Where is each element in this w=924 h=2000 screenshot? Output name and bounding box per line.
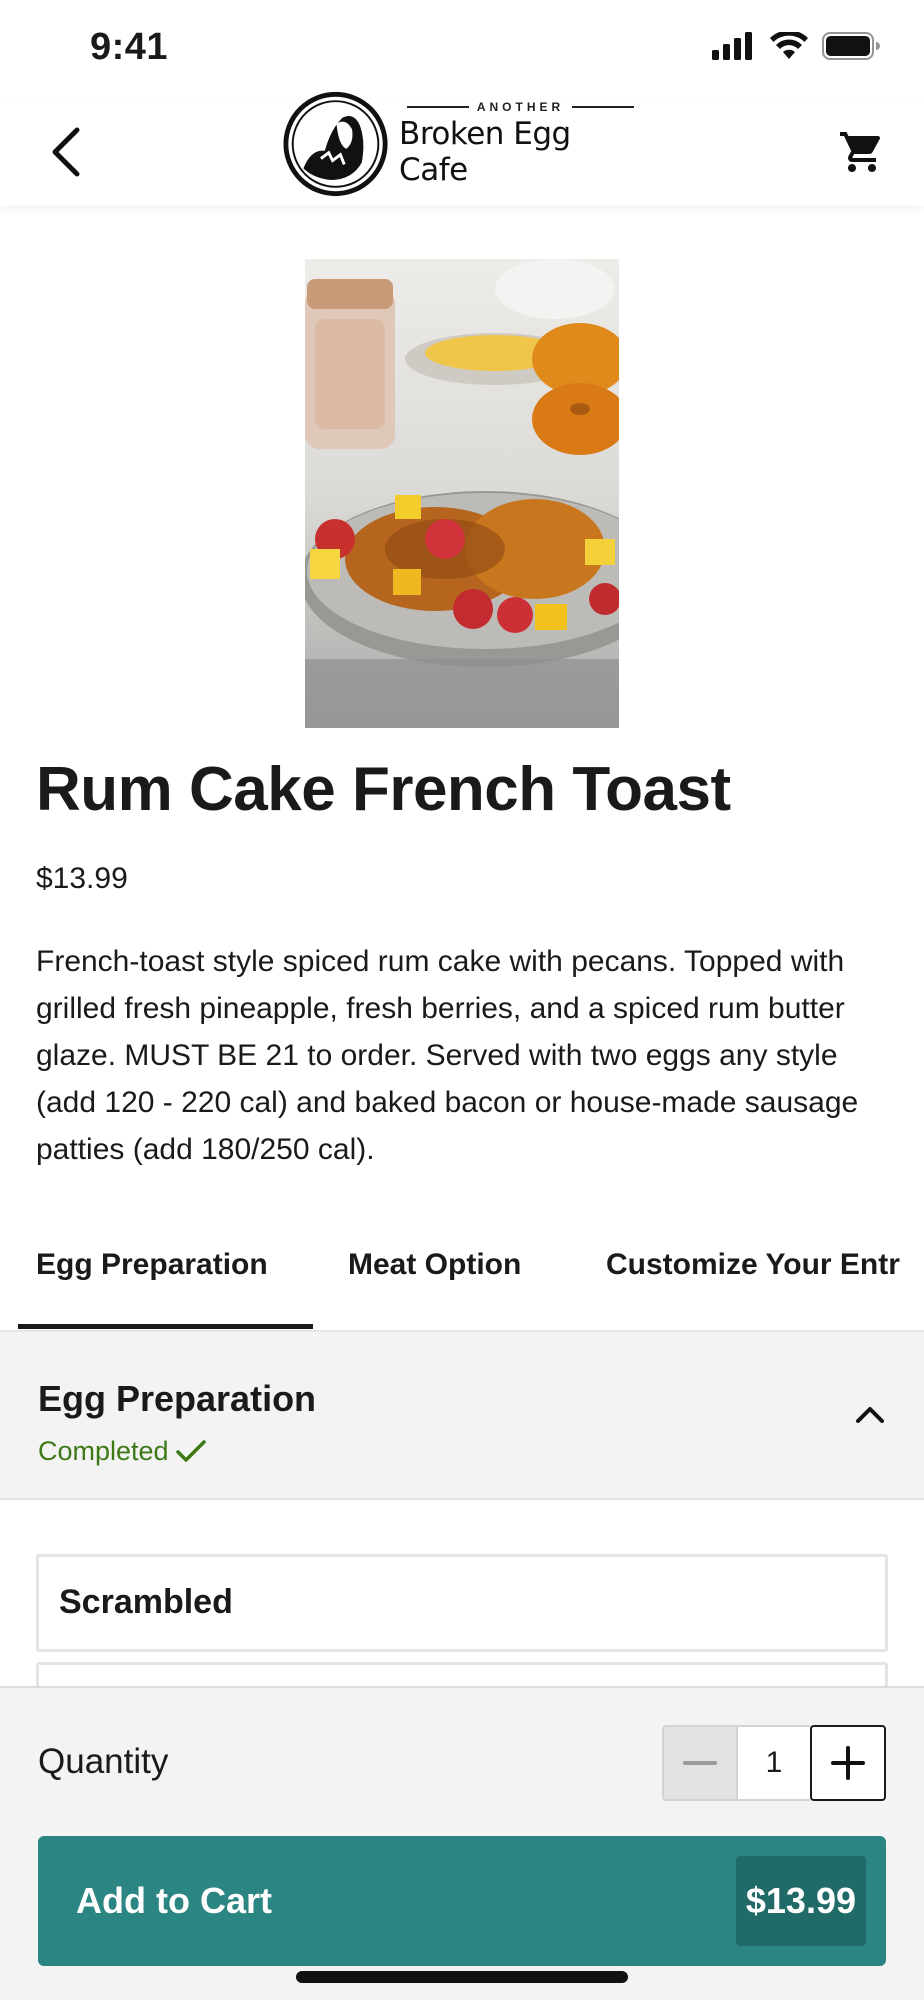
food-photo [305,259,619,728]
tab-customize-your-entree[interactable]: Customize Your Entr [606,1248,900,1282]
checkmark-icon [175,1439,206,1462]
add-to-cart-total: $13.99 [735,1856,866,1946]
logo-rule [406,106,469,108]
cart-button[interactable] [830,112,894,192]
quantity-increase-button[interactable] [810,1725,886,1801]
tab-egg-preparation[interactable]: Egg Preparation [36,1248,268,1282]
option-tabs: Egg Preparation Meat Option Customize Yo… [0,1226,924,1330]
tab-meat-option[interactable]: Meat Option [348,1248,521,1282]
brand-logo[interactable]: ANOTHER Broken Egg Cafe [282,88,642,200]
logo-rule [572,106,635,108]
active-tab-indicator [18,1324,313,1329]
quantity-stepper: 1 [662,1725,886,1801]
plus-icon [831,1746,865,1780]
logo-small-text: ANOTHER [476,100,565,114]
product-description: French-toast style spiced rum cake with … [36,945,859,1166]
home-indicator [296,1971,628,1983]
quantity-decrease-button[interactable] [662,1725,738,1801]
section-status-text: Completed [38,1436,169,1466]
chevron-up-icon [856,1407,884,1423]
section-status: Completed [38,1436,207,1467]
bottom-action-bar: Quantity 1 Add to Cart $13.99 [0,1686,924,2000]
product-image [305,259,619,728]
chevron-left-icon [52,127,80,177]
status-time: 9:41 [90,26,169,68]
logo-egg-icon [283,91,388,197]
wifi-icon [770,32,808,59]
product-price: $13.99 [36,862,128,895]
add-to-cart-label: Add to Cart [76,1880,272,1921]
product-title: Rum Cake French Toast [36,755,731,824]
quantity-label: Quantity [38,1742,169,1781]
battery-icon [822,32,880,60]
logo-text: ANOTHER Broken Egg Cafe [399,100,642,188]
back-button[interactable] [36,112,96,192]
section-title: Egg Preparation [38,1378,317,1419]
status-bar: 9:41 [0,0,924,100]
logo-big-text: Broken Egg Cafe [399,116,571,188]
option-scrambled[interactable]: Scrambled [36,1554,888,1652]
cart-icon [840,132,881,172]
app-header: ANOTHER Broken Egg Cafe [0,91,924,206]
status-icons [712,32,880,60]
collapse-section-button[interactable] [848,1392,892,1436]
minus-icon [683,1761,717,1765]
signal-icon [712,32,752,60]
egg-preparation-section-header[interactable]: Egg Preparation Completed [0,1330,924,1500]
option-label: Scrambled [59,1583,233,1621]
add-to-cart-button[interactable]: Add to Cart $13.99 [38,1836,886,1966]
quantity-value: 1 [738,1725,810,1801]
